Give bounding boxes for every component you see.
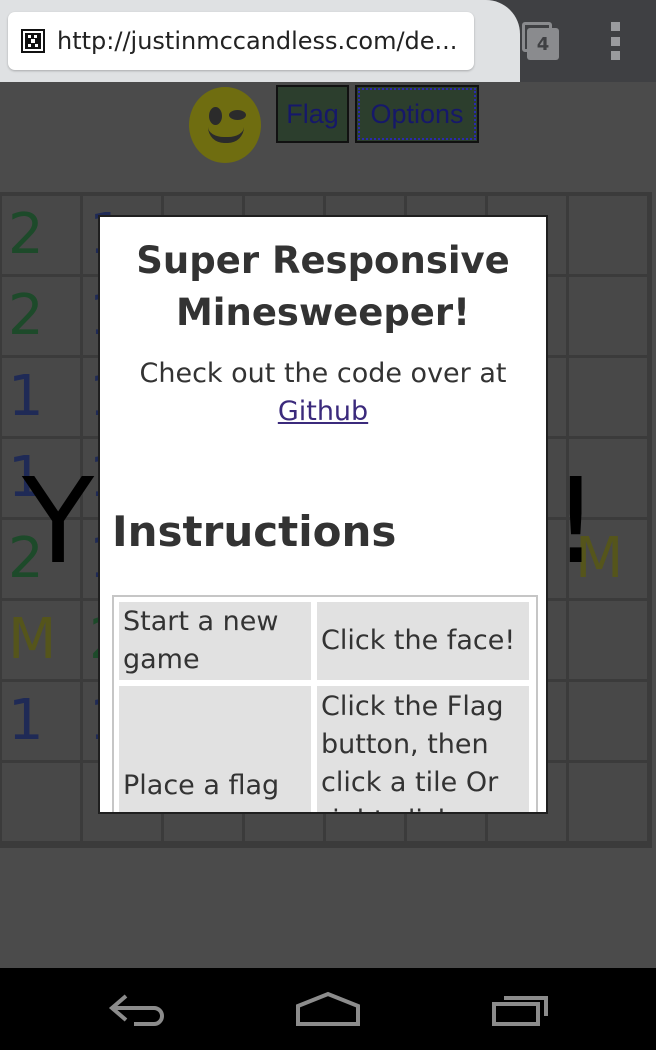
board-cell[interactable] [569,358,647,436]
url-bar[interactable]: http://justinmccandless.com/de... [8,12,474,70]
board-cell[interactable] [569,763,647,841]
overflow-menu-icon[interactable] [608,22,622,60]
options-button[interactable]: Options [355,85,479,143]
home-icon[interactable] [294,986,362,1030]
browser-toolbar: http://justinmccandless.com/de... 4 [0,0,656,82]
instructions-table: Start a new game Click the face! Place a… [112,595,538,812]
system-navigation-bar [0,968,656,1050]
instruction-action: Place a flag [119,686,311,812]
board-cell[interactable] [569,277,647,355]
board-cell[interactable]: 2 [2,196,80,274]
instruction-how: Click the face! [317,602,529,680]
face-left-eye [209,107,222,125]
board-cell[interactable]: M [2,601,80,679]
board-cell[interactable] [2,763,80,841]
tab-count-badge: 4 [527,28,559,60]
board-cell[interactable]: 1 [2,358,80,436]
back-icon[interactable] [104,986,168,1030]
instruction-how: Click the Flag button, then click a tile… [317,686,529,812]
info-dialog: Super Responsive Minesweeper! Check out … [98,215,548,814]
game-status-text: Y [22,452,95,590]
board-cell[interactable] [569,196,647,274]
checkout-text: Check out the code over at [139,358,507,389]
board-cell[interactable] [569,682,647,760]
instruction-row: Start a new game Click the face! [119,602,531,680]
instruction-action: Start a new game [119,602,311,680]
screen: http://justinmccandless.com/de... 4 Flag… [0,0,656,1050]
game-status-text-end: ! [552,452,600,590]
checkout-text-block: Check out the code over at Github [100,355,546,431]
board-cell[interactable]: 1 [2,682,80,760]
board-cell[interactable] [569,601,647,679]
tab-switcher-button[interactable]: 4 [522,22,559,60]
smiley-face-button[interactable] [189,87,261,163]
flag-button[interactable]: Flag [276,85,349,143]
url-text[interactable]: http://justinmccandless.com/de... [57,27,474,55]
site-favicon-icon [21,29,45,53]
github-link[interactable]: Github [100,393,546,431]
instruction-row: Place a flag Click the Flag button, then… [119,686,531,812]
board-cell[interactable]: 2 [2,277,80,355]
recent-apps-icon[interactable] [490,986,554,1030]
face-mouth [208,127,244,143]
dialog-title: Super Responsive Minesweeper! [136,239,510,334]
instructions-heading: Instructions [112,507,397,556]
face-right-eye [229,110,246,120]
